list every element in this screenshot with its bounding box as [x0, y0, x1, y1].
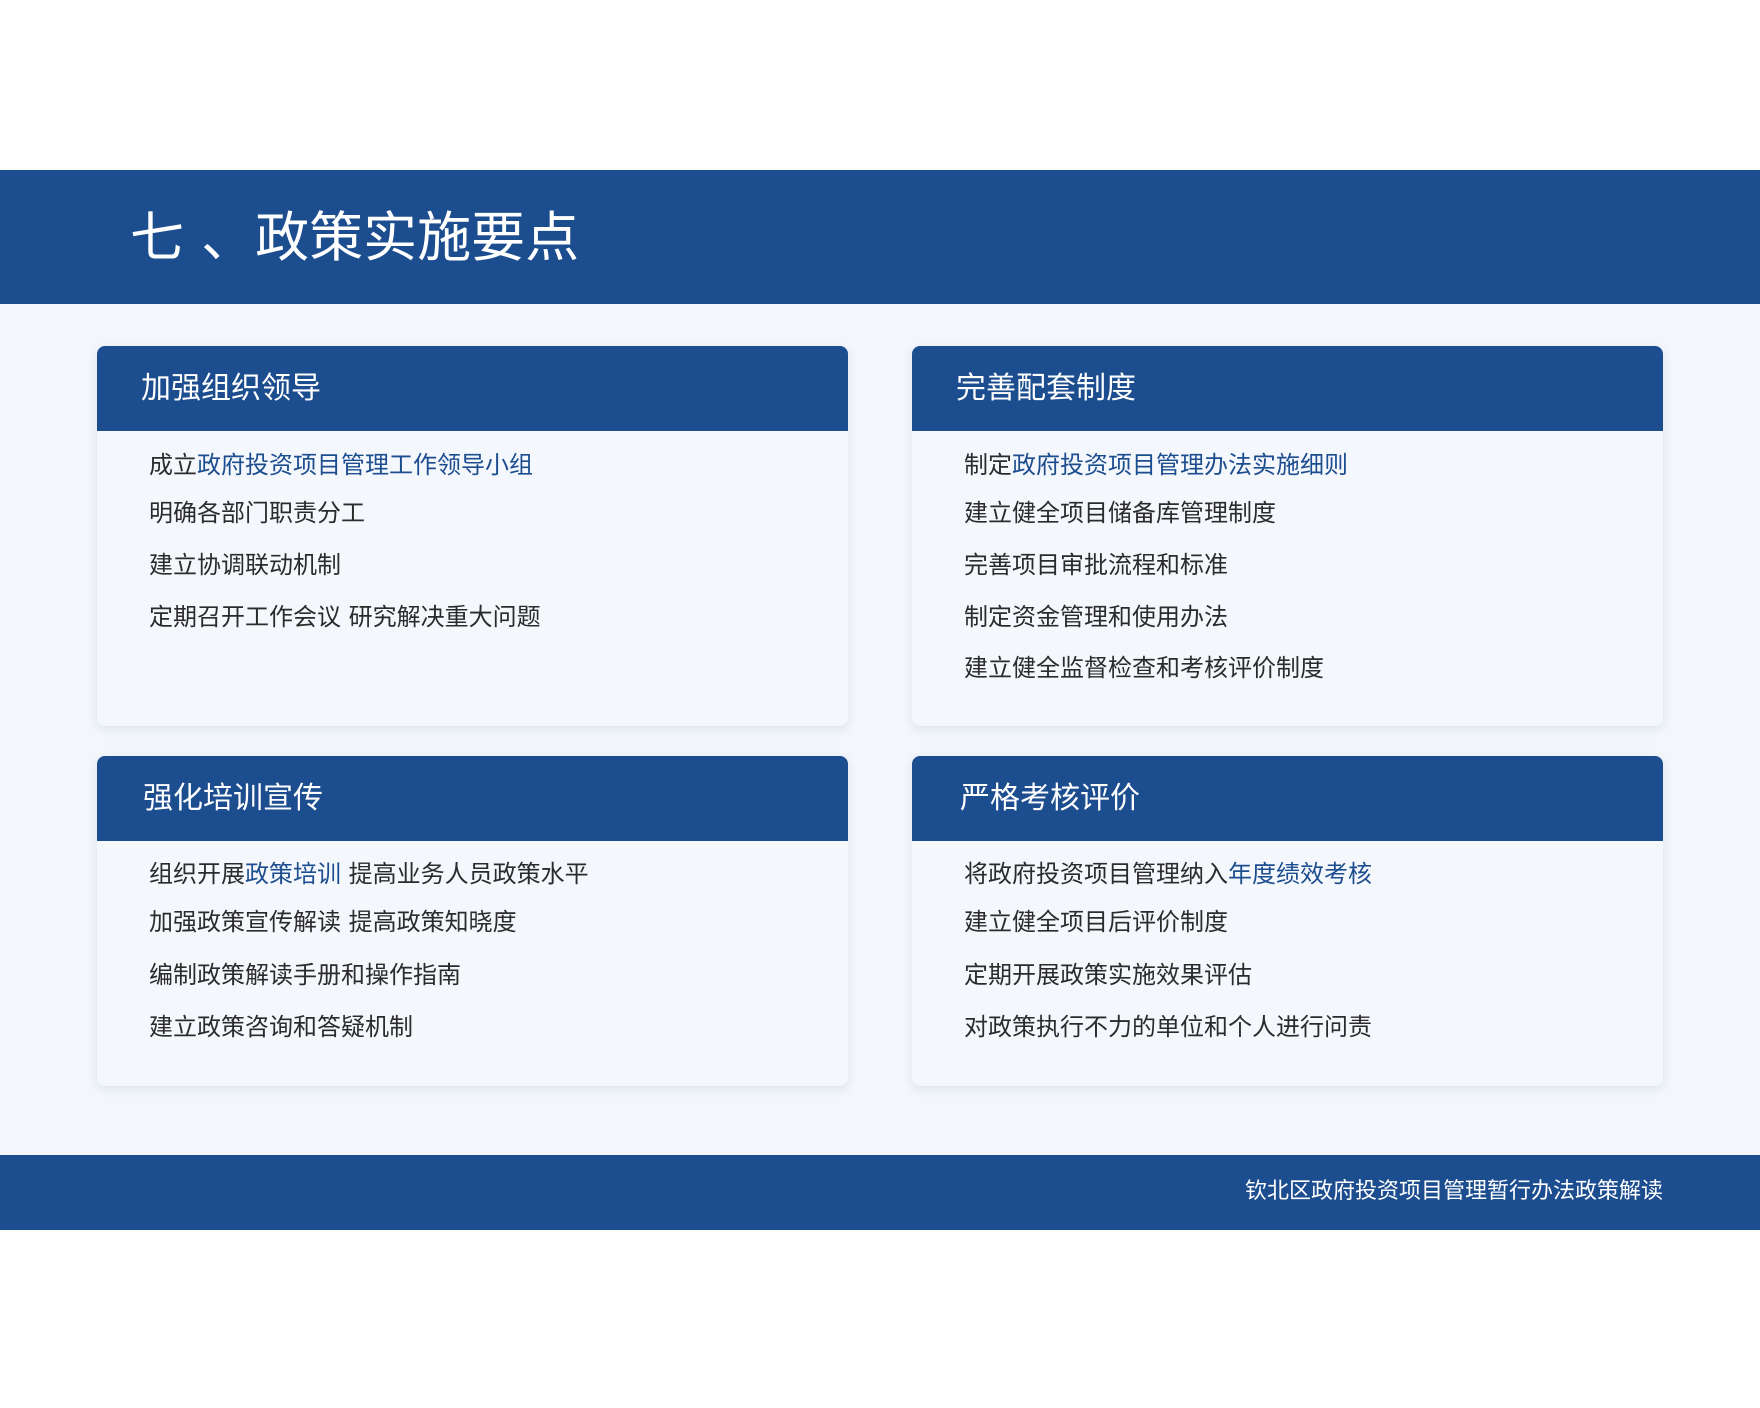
card-title: 加强组织领导 — [141, 371, 321, 406]
list-item: 定期召开工作会议 研究解决重大问题 — [149, 601, 541, 633]
list-item: 定期开展政策实施效果评估 — [964, 959, 1252, 991]
item-text: 建立健全项目储备库管理制度 — [964, 499, 1276, 527]
list-item: 编制政策解读手册和操作指南 — [149, 959, 461, 991]
list-item: 建立健全监督检查和考核评价制度 — [964, 652, 1324, 684]
card-header: 强化培训宣传 — [97, 756, 848, 841]
item-text: 建立健全项目后评价制度 — [964, 908, 1228, 936]
item-text: 组织开展 — [149, 860, 245, 888]
card-title: 强化培训宣传 — [143, 781, 323, 816]
list-item: 建立政策咨询和答疑机制 — [149, 1011, 413, 1043]
card-header: 严格考核评价 — [912, 756, 1663, 841]
list-item: 完善项目审批流程和标准 — [964, 549, 1228, 581]
item-text: 建立政策咨询和答疑机制 — [149, 1013, 413, 1041]
item-text: 加强政策宣传解读 提高政策知晓度 — [149, 908, 517, 936]
header-band: 七 、政策实施要点 — [0, 170, 1760, 304]
slide: 七 、政策实施要点 加强组织领导 成立政府投资项目管理工作领导小组 明确各部门职… — [0, 170, 1760, 1230]
item-text: 建立健全监督检查和考核评价制度 — [964, 654, 1324, 682]
item-text: 建立协调联动机制 — [149, 551, 341, 579]
card-title: 严格考核评价 — [960, 781, 1140, 816]
list-item: 建立健全项目储备库管理制度 — [964, 497, 1276, 529]
footer-band: 钦北区政府投资项目管理暂行办法政策解读 — [0, 1155, 1760, 1230]
list-item: 明确各部门职责分工 — [149, 497, 365, 529]
item-text-suffix: 提高业务人员政策水平 — [341, 860, 589, 888]
card-assessment-evaluation: 严格考核评价 将政府投资项目管理纳入年度绩效考核 建立健全项目后评价制度 定期开… — [912, 756, 1663, 1086]
card-supporting-systems: 完善配套制度 制定政府投资项目管理办法实施细则 建立健全项目储备库管理制度 完善… — [912, 346, 1663, 726]
item-text: 成立 — [149, 451, 197, 479]
item-text: 定期召开工作会议 研究解决重大问题 — [149, 603, 541, 631]
card-header: 完善配套制度 — [912, 346, 1663, 431]
card-organization-leadership: 加强组织领导 成立政府投资项目管理工作领导小组 明确各部门职责分工 建立协调联动… — [97, 346, 848, 726]
item-text: 制定 — [964, 451, 1012, 479]
list-item: 对政策执行不力的单位和个人进行问责 — [964, 1011, 1372, 1043]
item-highlight: 政策培训 — [245, 860, 341, 888]
page-title: 七 、政策实施要点 — [130, 206, 580, 269]
list-item: 成立政府投资项目管理工作领导小组 — [149, 449, 533, 481]
item-text: 明确各部门职责分工 — [149, 499, 365, 527]
list-item: 组织开展政策培训 提高业务人员政策水平 — [149, 858, 589, 890]
item-text: 完善项目审批流程和标准 — [964, 551, 1228, 579]
list-item: 建立协调联动机制 — [149, 549, 341, 581]
item-highlight: 政府投资项目管理工作领导小组 — [197, 451, 533, 479]
item-text: 制定资金管理和使用办法 — [964, 603, 1228, 631]
card-title: 完善配套制度 — [956, 371, 1136, 406]
list-item: 制定资金管理和使用办法 — [964, 601, 1228, 633]
list-item: 制定政府投资项目管理办法实施细则 — [964, 449, 1348, 481]
item-text: 将政府投资项目管理纳入 — [964, 860, 1228, 888]
list-item: 加强政策宣传解读 提高政策知晓度 — [149, 906, 517, 938]
card-training-publicity: 强化培训宣传 组织开展政策培训 提高业务人员政策水平 加强政策宣传解读 提高政策… — [97, 756, 848, 1086]
footer-caption: 钦北区政府投资项目管理暂行办法政策解读 — [1244, 1179, 1663, 1204]
item-highlight: 政府投资项目管理办法实施细则 — [1012, 451, 1348, 479]
item-text: 编制政策解读手册和操作指南 — [149, 961, 461, 989]
item-text: 定期开展政策实施效果评估 — [964, 961, 1252, 989]
item-text: 对政策执行不力的单位和个人进行问责 — [964, 1013, 1372, 1041]
list-item: 将政府投资项目管理纳入年度绩效考核 — [964, 858, 1372, 890]
item-highlight: 年度绩效考核 — [1228, 860, 1372, 888]
card-header: 加强组织领导 — [97, 346, 848, 431]
list-item: 建立健全项目后评价制度 — [964, 906, 1228, 938]
